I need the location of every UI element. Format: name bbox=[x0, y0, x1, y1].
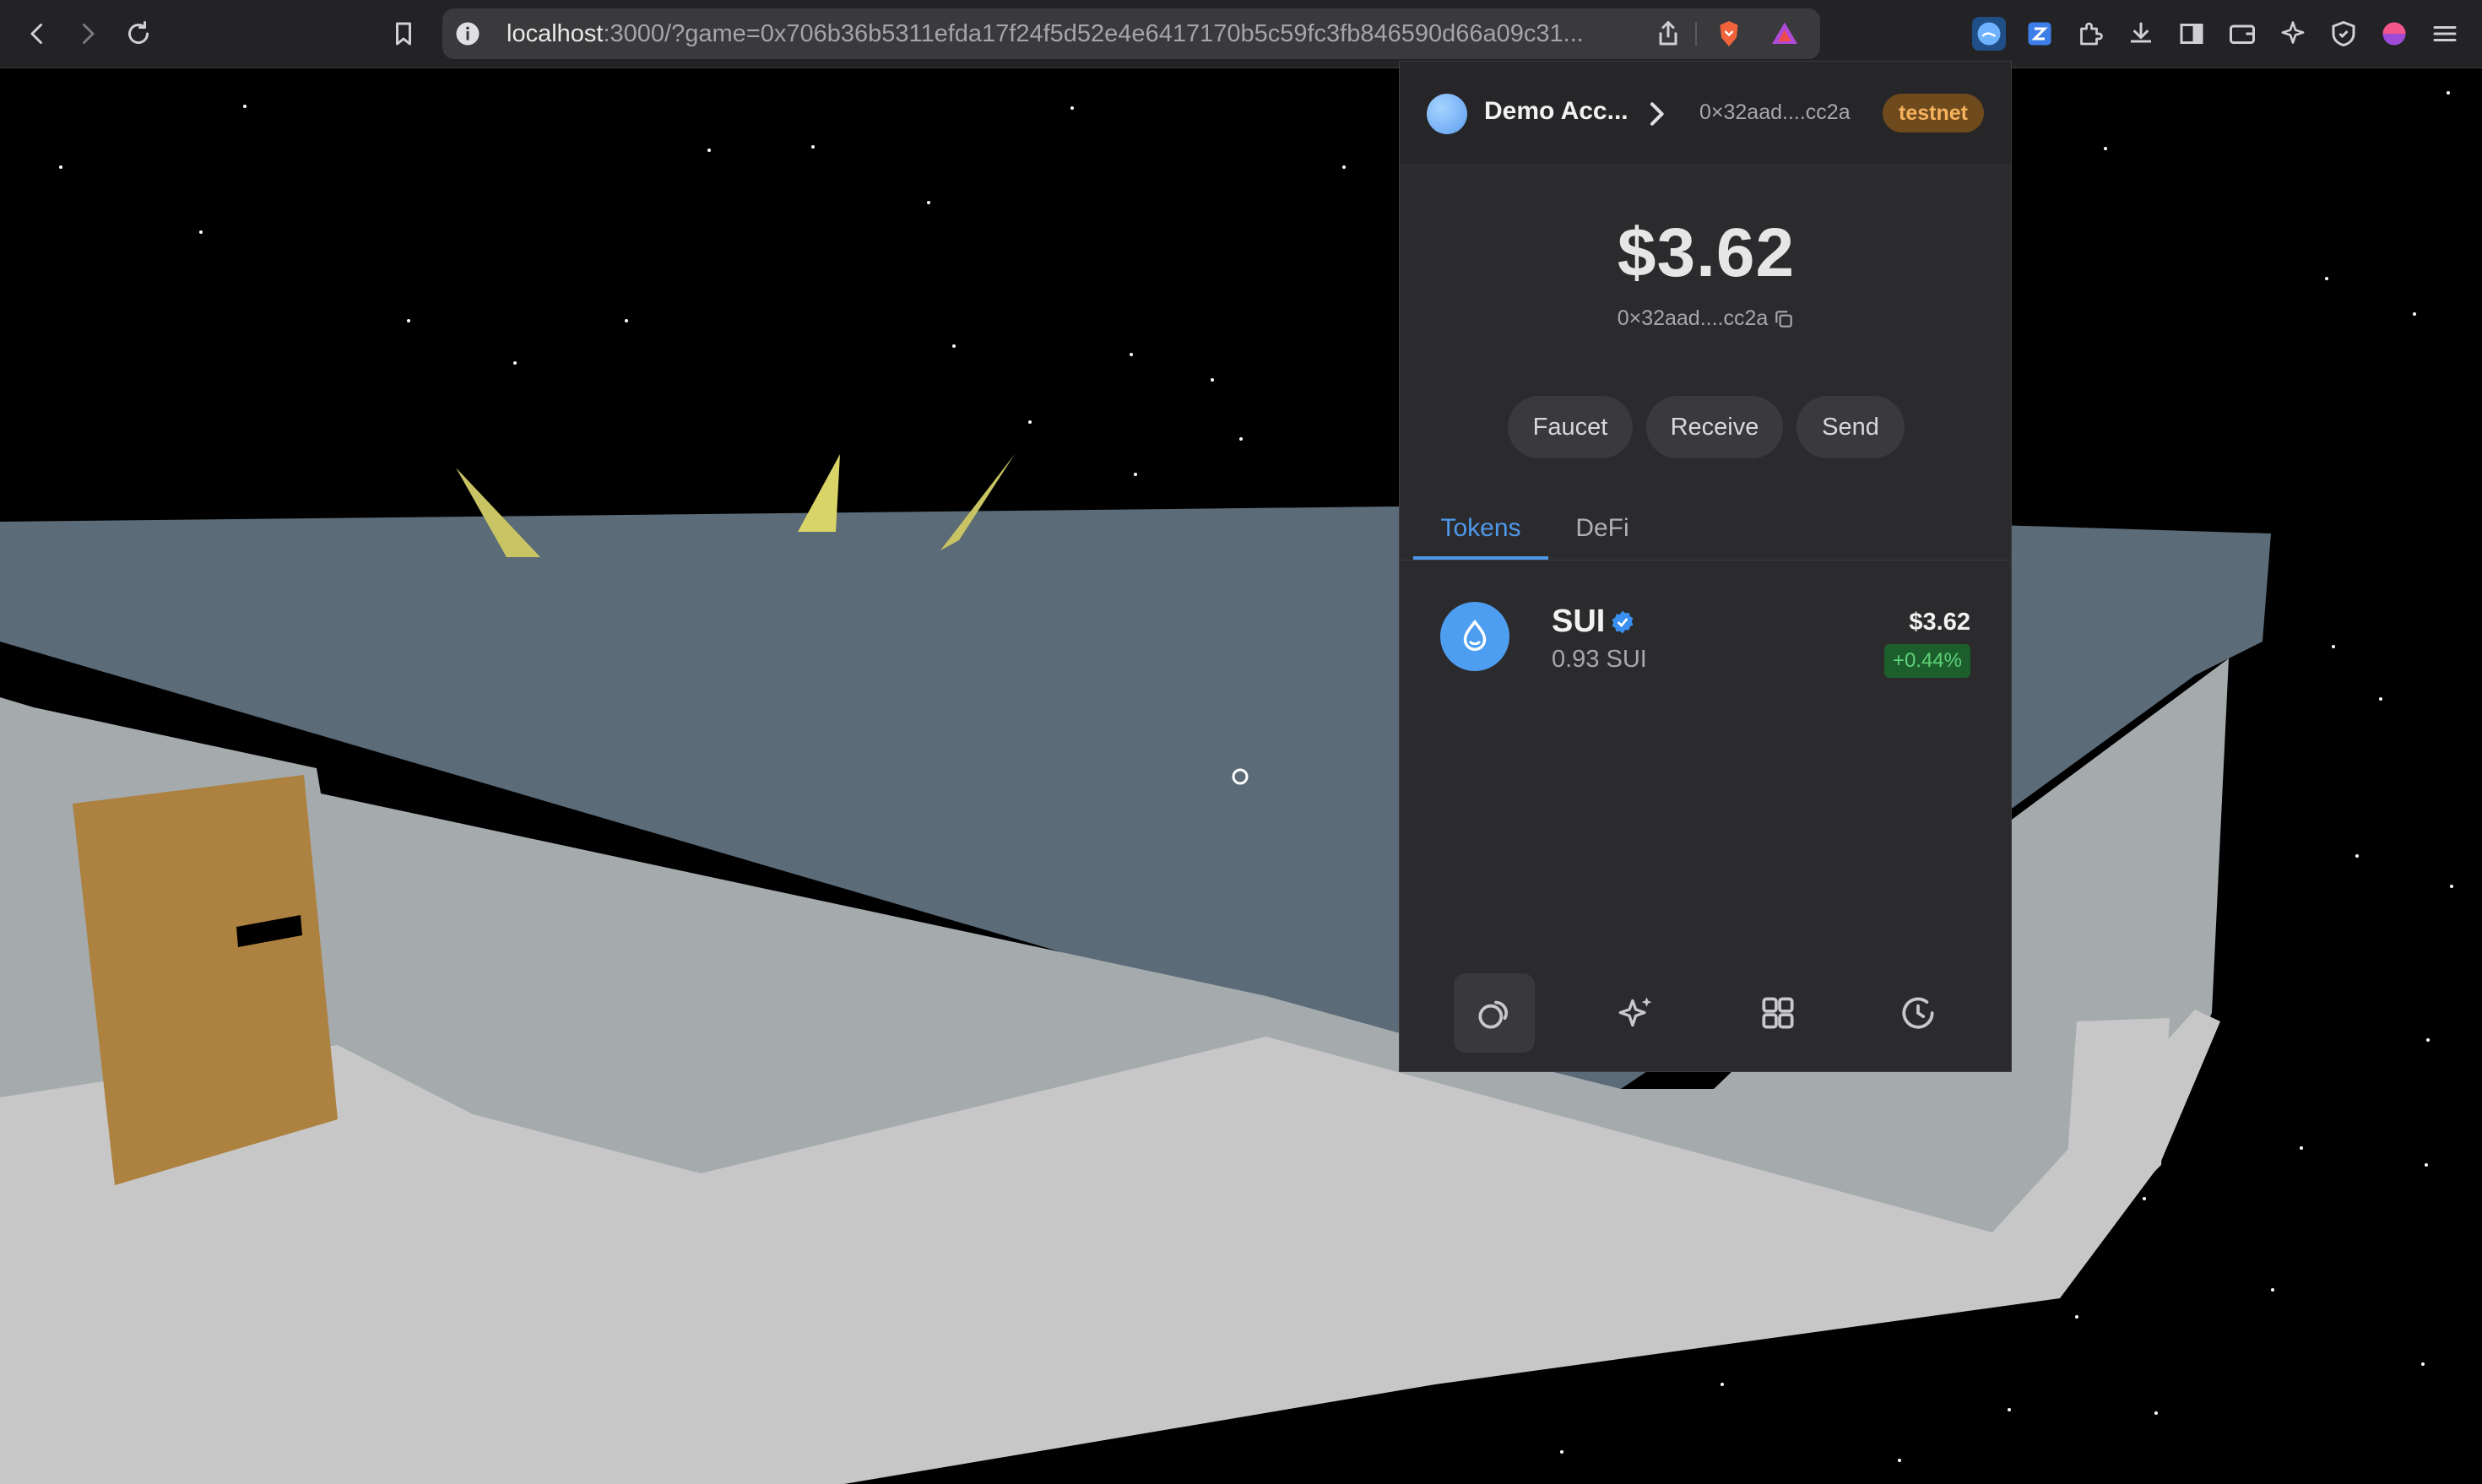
download-icon[interactable] bbox=[2124, 17, 2158, 51]
wallet-header: Demo Acc... 0×32aad....cc2a testnet bbox=[1400, 62, 2011, 165]
token-usd-value: $3.62 bbox=[1909, 609, 1970, 636]
back-icon[interactable] bbox=[20, 17, 54, 51]
network-badge: testnet bbox=[1883, 94, 1984, 133]
sui-wallet-extension-icon[interactable] bbox=[1972, 17, 2006, 51]
nav-activity-button[interactable] bbox=[1878, 973, 1959, 1053]
wallet-popup: Demo Acc... 0×32aad....cc2a testnet $3.6… bbox=[1399, 61, 2012, 1072]
share-icon[interactable] bbox=[1651, 17, 1685, 51]
wallet-bottom-nav bbox=[1400, 973, 2011, 1071]
verified-badge-icon bbox=[1612, 610, 1634, 634]
reload-icon[interactable] bbox=[122, 17, 155, 51]
nav-home-button[interactable] bbox=[1454, 973, 1535, 1053]
url-host: localhost bbox=[507, 20, 604, 47]
browser-toolbar: localhost:3000/?game=0x706b36b5311efda17… bbox=[0, 0, 2482, 68]
copy-icon[interactable] bbox=[1773, 308, 1795, 330]
nav-apps-button[interactable] bbox=[1737, 973, 1818, 1053]
account-avatar[interactable] bbox=[1427, 94, 1467, 134]
extension-blue-icon[interactable] bbox=[2023, 17, 2057, 51]
brave-shields-icon[interactable] bbox=[1712, 17, 1746, 51]
wallet-tabs: Tokens DeFi bbox=[1400, 507, 2011, 561]
bookmark-icon[interactable] bbox=[387, 17, 420, 51]
total-balance: $3.62 bbox=[1617, 214, 1796, 291]
tab-defi[interactable]: DeFi bbox=[1560, 507, 1645, 560]
account-name[interactable]: Demo Acc... bbox=[1484, 97, 1628, 126]
home-icon bbox=[1478, 1000, 1509, 1029]
sui-token-icon bbox=[1440, 602, 1509, 671]
tab-tokens[interactable]: Tokens bbox=[1413, 507, 1548, 560]
site-info-icon[interactable] bbox=[451, 17, 485, 51]
receive-button[interactable]: Receive bbox=[1646, 396, 1783, 458]
sidebar-icon[interactable] bbox=[2175, 17, 2208, 51]
apps-grid-icon bbox=[1762, 997, 1794, 1029]
forward-icon[interactable] bbox=[71, 17, 105, 51]
url-path: :3000/?game=0x706b36b5311efda17f24f5d52e… bbox=[603, 20, 1584, 47]
faucet-button[interactable]: Faucet bbox=[1508, 396, 1633, 458]
history-icon bbox=[1902, 997, 1934, 1029]
url-text[interactable]: localhost:3000/?game=0x706b36b5311efda17… bbox=[507, 8, 1688, 59]
url-divider bbox=[1695, 22, 1697, 46]
sparkle-icon bbox=[1618, 997, 1652, 1027]
profile-avatar-icon[interactable] bbox=[2377, 17, 2411, 51]
account-address[interactable]: 0×32aad....cc2a bbox=[1699, 100, 1851, 125]
token-row-sui[interactable]: SUI 0.93 SUI $3.62 +0.44% bbox=[1400, 582, 2011, 700]
game-canvas[interactable] bbox=[0, 68, 2482, 1484]
menu-icon[interactable] bbox=[2428, 17, 2462, 51]
address-bar[interactable]: localhost:3000/?game=0x706b36b5311efda17… bbox=[442, 8, 1820, 59]
address-row[interactable]: 0×32aad....cc2a bbox=[1400, 306, 2011, 331]
vpn-shield-icon[interactable] bbox=[2327, 17, 2360, 51]
chevron-right-icon[interactable] bbox=[1639, 97, 1673, 131]
token-price-change: +0.44% bbox=[1883, 644, 1970, 678]
token-symbol: SUI bbox=[1552, 604, 1606, 639]
door[interactable] bbox=[73, 775, 338, 1185]
wallet-address: 0×32aad....cc2a bbox=[1617, 306, 1769, 330]
nav-ai-button[interactable] bbox=[1596, 973, 1677, 1053]
brave-rewards-icon[interactable] bbox=[1768, 17, 1802, 51]
extensions-puzzle-icon[interactable] bbox=[2073, 17, 2107, 51]
leo-ai-icon[interactable] bbox=[2276, 17, 2310, 51]
wallet-icon[interactable] bbox=[2225, 17, 2259, 51]
send-button[interactable]: Send bbox=[1796, 396, 1905, 458]
token-amount: 0.93 SUI bbox=[1552, 646, 1647, 673]
